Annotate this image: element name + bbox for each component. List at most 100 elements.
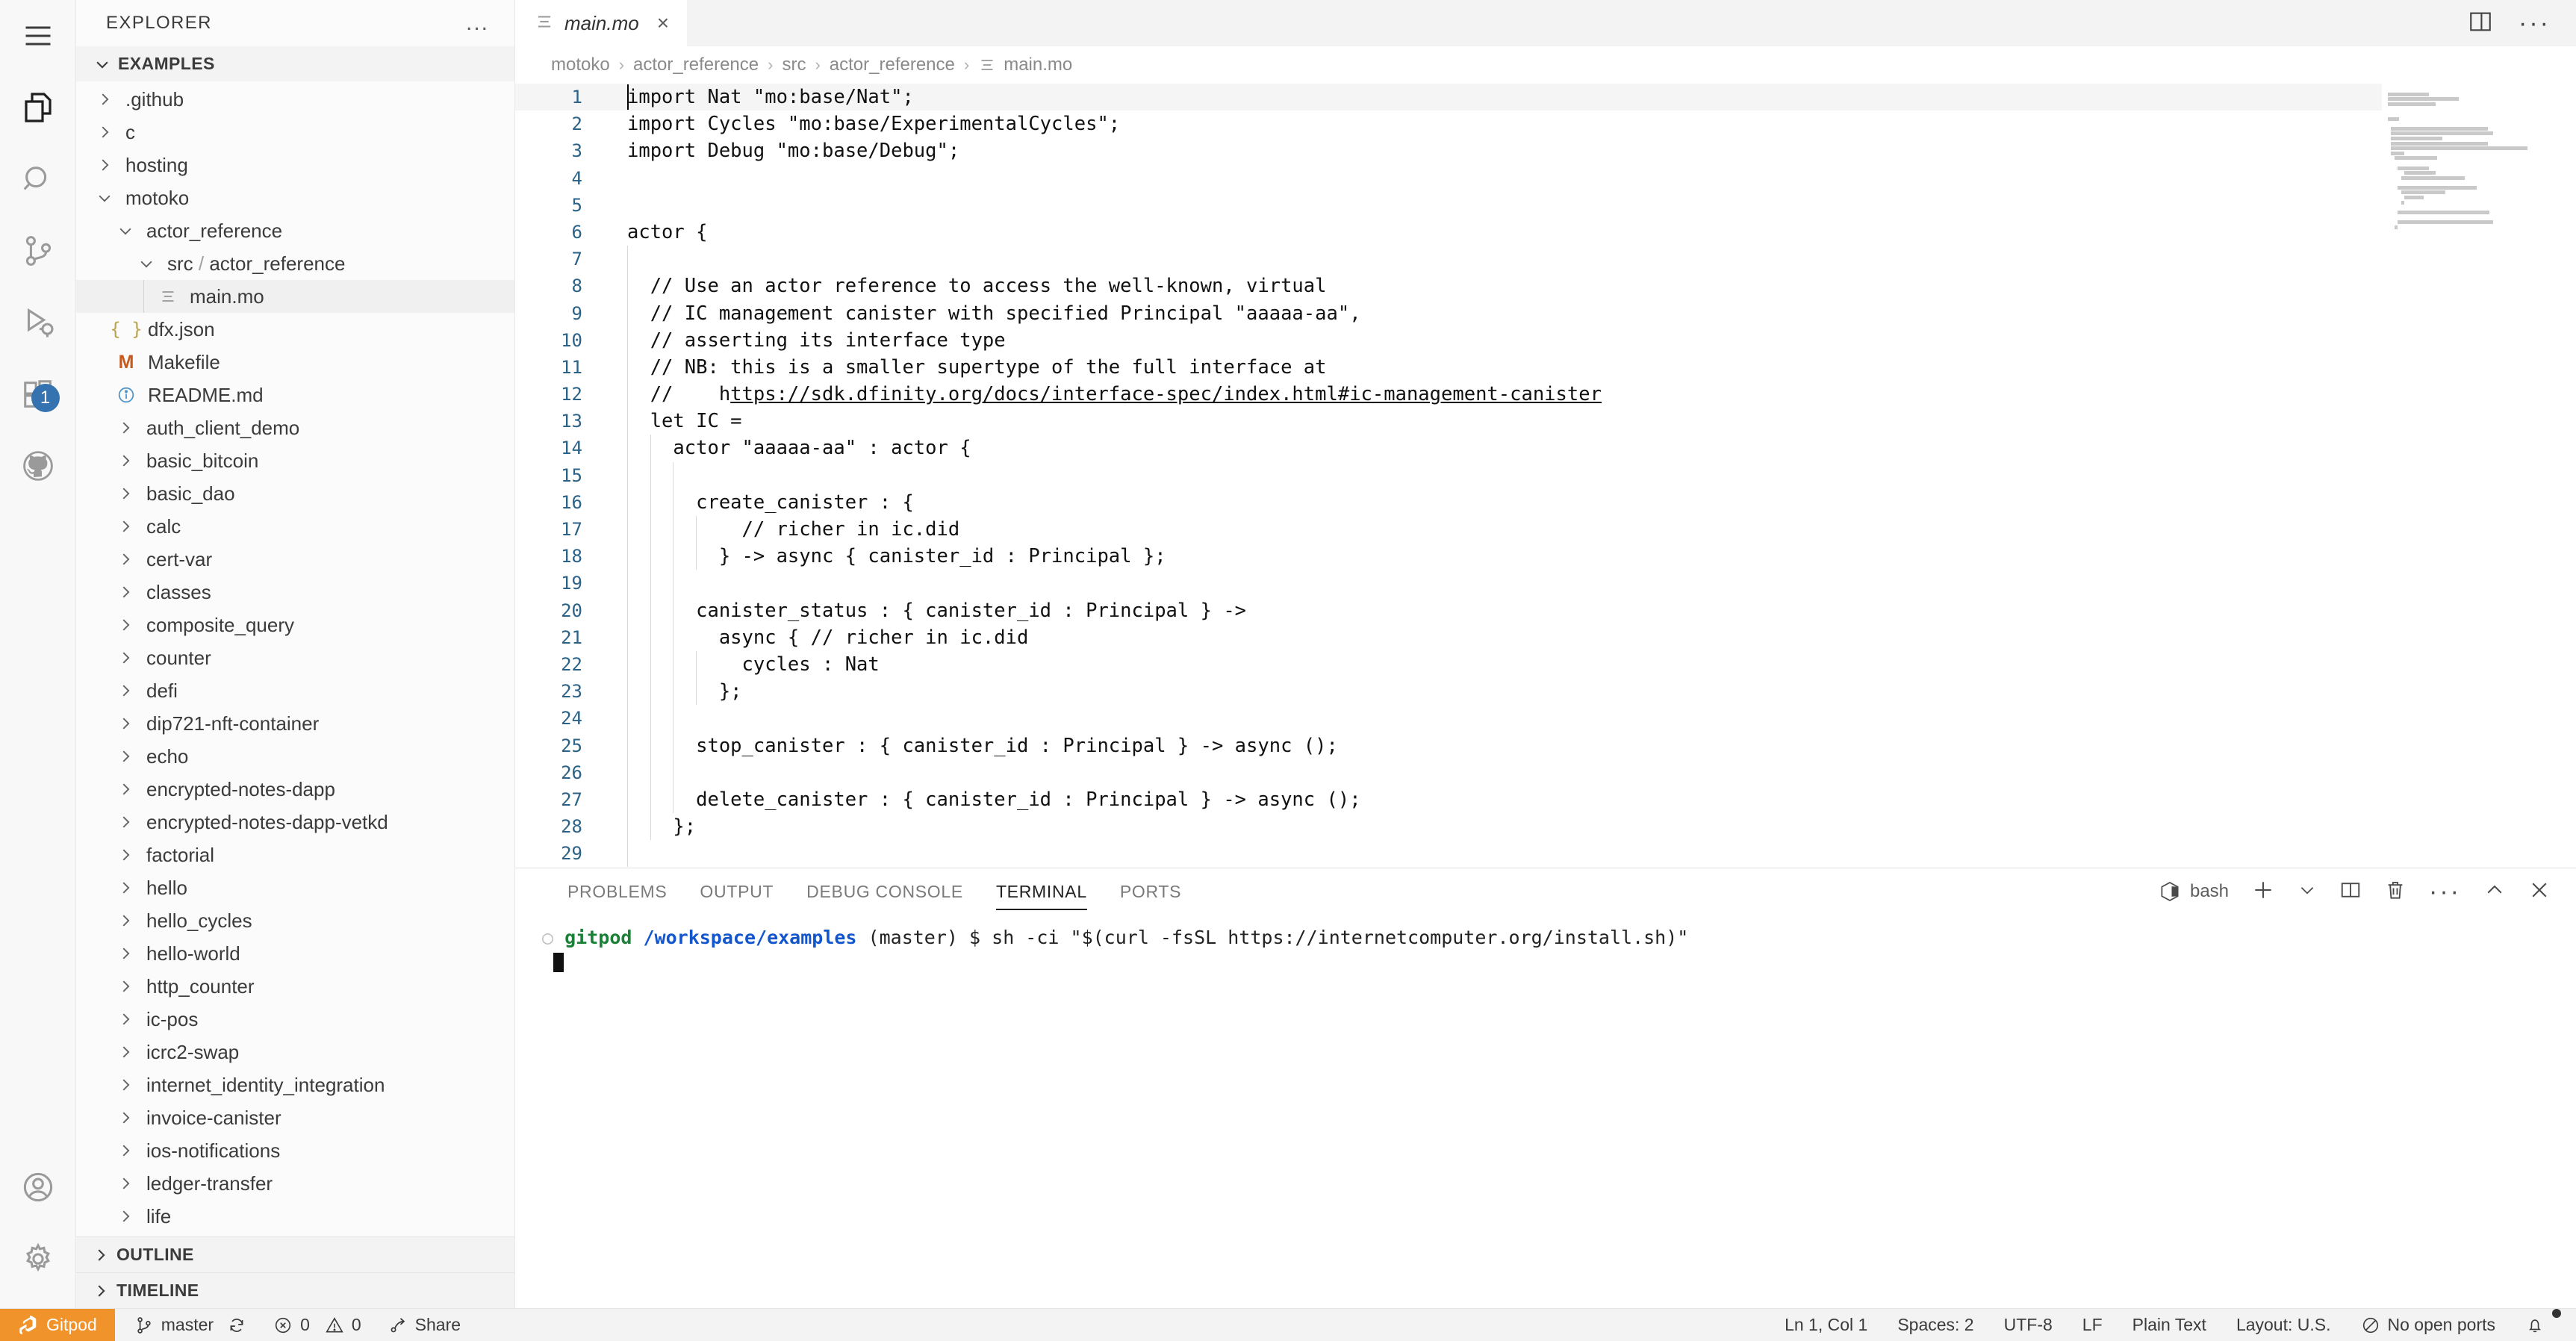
- split-editor-icon[interactable]: [2468, 9, 2493, 38]
- menu-icon[interactable]: [0, 0, 76, 72]
- panel-tab-terminal[interactable]: TERMINAL: [980, 868, 1104, 915]
- breadcrumb-item[interactable]: src: [782, 55, 806, 75]
- code-line[interactable]: 21 async { // richer in ic.did: [515, 623, 2576, 651]
- tree-folder-item[interactable]: encrypted-notes-dapp: [76, 773, 514, 806]
- panel-tab-ports[interactable]: PORTS: [1104, 868, 1198, 915]
- editor-tab-main-mo[interactable]: main.mo ×: [515, 0, 688, 46]
- terminal-output[interactable]: ○ gitpod /workspace/examples (master) $ …: [515, 915, 2576, 1308]
- sidebar-more-actions-icon[interactable]: ...: [466, 12, 489, 34]
- tree-folder-item[interactable]: life: [76, 1200, 514, 1233]
- code-line[interactable]: 14 actor "aaaaa-aa" : actor {: [515, 435, 2576, 462]
- chevron-right-icon[interactable]: [90, 124, 119, 140]
- tree-folder-item[interactable]: icrc2-swap: [76, 1036, 514, 1068]
- chevron-down-icon[interactable]: [131, 255, 161, 272]
- chevron-up-icon[interactable]: [2483, 879, 2506, 905]
- code-line[interactable]: 11 // NB: this is a smaller supertype of…: [515, 353, 2576, 382]
- tree-folder-item[interactable]: invoice-canister: [76, 1101, 514, 1134]
- code-line[interactable]: 23 };: [515, 678, 2576, 706]
- tree-file-item[interactable]: { } dfx.json: [76, 313, 514, 346]
- chevron-right-icon[interactable]: [111, 748, 140, 765]
- chevron-right-icon[interactable]: [111, 847, 140, 863]
- source-control-icon[interactable]: [0, 215, 76, 287]
- code-line[interactable]: 20 canister_status : { canister_id : Pri…: [515, 597, 2576, 624]
- language-mode-status[interactable]: Plain Text: [2118, 1309, 2221, 1341]
- tree-folder-item[interactable]: composite_query: [76, 609, 514, 641]
- tree-folder-item[interactable]: defi: [76, 674, 514, 707]
- code-line[interactable]: 29: [515, 840, 2576, 868]
- tree-folder-item[interactable]: auth_client_demo: [76, 411, 514, 444]
- chevron-right-icon[interactable]: [111, 452, 140, 469]
- terminal-shell-indicator[interactable]: $ bash: [2159, 880, 2229, 903]
- code-line[interactable]: 16 create_canister : {: [515, 488, 2576, 516]
- chevron-right-icon[interactable]: [111, 485, 140, 502]
- code-line[interactable]: 5: [515, 192, 2576, 219]
- tree-folder-item[interactable]: hello_cycles: [76, 904, 514, 937]
- code-line[interactable]: 25 stop_canister : { canister_id : Princ…: [515, 732, 2576, 759]
- close-icon[interactable]: ×: [657, 13, 669, 34]
- breadcrumb-item[interactable]: motoko: [551, 55, 610, 75]
- tree-folder-item[interactable]: cert-var: [76, 543, 514, 576]
- tree-folder-item[interactable]: encrypted-notes-dapp-vetkd: [76, 806, 514, 838]
- chevron-right-icon[interactable]: [111, 650, 140, 666]
- problems-status[interactable]: 0 0: [260, 1309, 375, 1341]
- tree-folder-item[interactable]: basic_bitcoin: [76, 444, 514, 477]
- code-line[interactable]: 3 import Debug "mo:base/Debug";: [515, 137, 2576, 164]
- tree-folder-item[interactable]: counter: [76, 641, 514, 674]
- tree-folder-item[interactable]: hosting: [76, 149, 514, 181]
- tree-folder-item[interactable]: hello: [76, 871, 514, 904]
- chevron-right-icon[interactable]: [111, 1044, 140, 1060]
- tree-folder-item[interactable]: ledger-transfer: [76, 1167, 514, 1200]
- sidebar-item-timeline[interactable]: TIMELINE: [76, 1272, 514, 1308]
- code-line[interactable]: 1 import Nat "mo:base/Nat";: [515, 84, 2576, 111]
- indentation-status[interactable]: Spaces: 2: [1882, 1309, 1988, 1341]
- chevron-right-icon[interactable]: [111, 814, 140, 830]
- code-line[interactable]: 13 let IC =: [515, 408, 2576, 435]
- chevron-right-icon[interactable]: [111, 945, 140, 962]
- panel-tab-debug-console[interactable]: DEBUG CONSOLE: [790, 868, 980, 915]
- tree-folder-item[interactable]: internet_identity_integration: [76, 1068, 514, 1101]
- tree-folder-item[interactable]: ios-notifications: [76, 1134, 514, 1167]
- branch-status[interactable]: master: [115, 1309, 260, 1341]
- tree-folder-item[interactable]: ic-pos: [76, 1003, 514, 1036]
- notifications-status[interactable]: [2510, 1308, 2561, 1341]
- sidebar-item-outline[interactable]: OUTLINE: [76, 1236, 514, 1272]
- trash-icon[interactable]: [2384, 879, 2407, 905]
- chevron-right-icon[interactable]: [111, 551, 140, 567]
- chevron-right-icon[interactable]: [111, 715, 140, 732]
- chevron-right-icon[interactable]: [111, 518, 140, 535]
- explorer-section-header[interactable]: EXAMPLES: [76, 46, 514, 81]
- panel-tab-output[interactable]: OUTPUT: [683, 868, 790, 915]
- share-status[interactable]: Share: [375, 1309, 474, 1341]
- eol-status[interactable]: LF: [2068, 1309, 2118, 1341]
- code-line[interactable]: 10 // asserting its interface type: [515, 326, 2576, 354]
- tree-folder-item[interactable]: calc: [76, 510, 514, 543]
- more-actions-icon[interactable]: ···: [2429, 878, 2461, 904]
- tree-file-item[interactable]: main.mo: [76, 280, 514, 313]
- github-icon[interactable]: [0, 430, 76, 502]
- tree-folder-item[interactable]: factorial: [76, 838, 514, 871]
- breadcrumb-item[interactable]: main.mo: [978, 55, 1072, 75]
- tree-folder-item[interactable]: c: [76, 116, 514, 149]
- code-line[interactable]: 19: [515, 570, 2576, 597]
- chevron-right-icon[interactable]: [111, 1011, 140, 1027]
- chevron-right-icon[interactable]: [111, 617, 140, 633]
- code-line[interactable]: 27 delete_canister : { canister_id : Pri…: [515, 785, 2576, 814]
- tree-file-item[interactable]: README.md: [76, 379, 514, 411]
- chevron-right-icon[interactable]: [111, 682, 140, 699]
- minimap[interactable]: [2382, 84, 2576, 868]
- tree-folder-item[interactable]: basic_dao: [76, 477, 514, 510]
- encoding-status[interactable]: UTF-8: [1989, 1309, 2068, 1341]
- gitpod-status-button[interactable]: Gitpod: [0, 1308, 115, 1341]
- chevron-down-icon[interactable]: [2297, 880, 2317, 903]
- tree-folder-item[interactable]: src / actor_reference: [76, 247, 514, 280]
- code-line[interactable]: 12 // https://sdk.dfinity.org/docs/inter…: [515, 381, 2576, 408]
- tree-file-item[interactable]: M Makefile: [76, 346, 514, 379]
- chevron-right-icon[interactable]: [90, 91, 119, 108]
- tree-folder-item[interactable]: hello-world: [76, 937, 514, 970]
- explorer-icon[interactable]: [0, 72, 76, 143]
- run-debug-icon[interactable]: [0, 287, 76, 358]
- chevron-right-icon[interactable]: [111, 912, 140, 929]
- code-line[interactable]: 2 import Cycles "mo:base/ExperimentalCycl…: [515, 111, 2576, 137]
- chevron-right-icon[interactable]: [111, 1175, 140, 1192]
- cursor-position-status[interactable]: Ln 1, Col 1: [1770, 1309, 1882, 1341]
